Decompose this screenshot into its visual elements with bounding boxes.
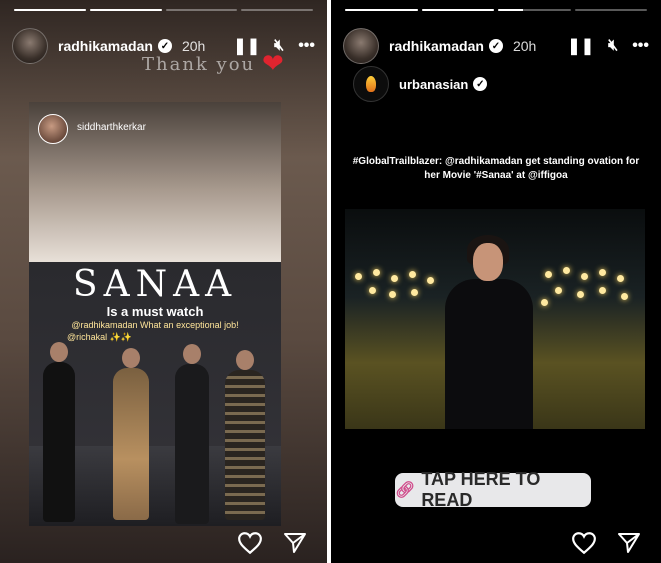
progress-segment xyxy=(421,9,494,11)
source-account-name: urbanasian xyxy=(399,76,469,92)
progress-bar xyxy=(345,9,647,11)
person-figure xyxy=(175,344,209,524)
overlay-text: Thank you xyxy=(142,54,256,75)
link-icon: 🔗︎ xyxy=(395,482,416,499)
card-caption-mention-2: @richakal ✨✨ xyxy=(67,332,133,342)
tap-to-read-button[interactable]: 🔗︎ TAP HERE TO READ xyxy=(395,469,591,510)
pause-icon[interactable]: ❚❚ xyxy=(233,36,260,56)
verified-icon: ✓ xyxy=(488,39,503,53)
urbanasian-logo-icon xyxy=(353,66,389,102)
timestamp: 20h xyxy=(512,38,537,54)
more-icon[interactable]: ••• xyxy=(632,37,649,55)
mute-icon[interactable]: 🔇︎ xyxy=(608,37,618,55)
source-account-row[interactable]: urbanasian ✓ xyxy=(353,66,488,102)
progress-segment xyxy=(498,9,571,11)
card-avatar xyxy=(38,114,68,144)
reposted-story-card[interactable]: siddharthkerkar SANAA Is a must watch @r… xyxy=(29,102,281,526)
progress-segment xyxy=(14,9,86,11)
story-photo xyxy=(345,209,645,429)
timestamp: 20h xyxy=(181,38,206,54)
card-username: siddharthkerkar xyxy=(77,122,146,133)
movie-title: SANAA xyxy=(72,264,238,305)
heart-sticker-icon: ❤ xyxy=(262,48,284,78)
cta-label: TAP HERE TO READ xyxy=(421,469,541,510)
card-subtitle: Is a must watch xyxy=(106,304,204,319)
progress-segment xyxy=(345,9,418,11)
heart-icon[interactable] xyxy=(237,531,263,555)
story-header: radhikamadan ✓ 20h ❚❚ 🔇︎ ••• xyxy=(343,28,649,64)
username[interactable]: radhikamadan xyxy=(58,38,153,54)
share-icon[interactable] xyxy=(283,532,307,554)
progress-segment xyxy=(574,9,647,11)
verified-icon: ✓ xyxy=(157,39,172,53)
card-caption-mention: @radhikamadan What an exceptional job! xyxy=(71,320,239,330)
person-figure xyxy=(43,342,75,522)
story-right[interactable]: radhikamadan ✓ 20h ❚❚ 🔇︎ ••• urbanasian … xyxy=(331,0,661,563)
person-figure xyxy=(113,348,149,520)
story-left[interactable]: radhikamadan ✓ 20h ❚❚ 🔇︎ ••• Thank you ❤… xyxy=(0,0,327,563)
more-icon[interactable]: ••• xyxy=(298,37,315,55)
story-viewer: radhikamadan ✓ 20h ❚❚ 🔇︎ ••• Thank you ❤… xyxy=(0,0,661,563)
progress-bar xyxy=(14,9,313,11)
progress-segment xyxy=(89,9,162,11)
heart-icon[interactable] xyxy=(571,531,597,555)
share-icon[interactable] xyxy=(617,532,641,554)
username[interactable]: radhikamadan xyxy=(389,38,484,54)
person-figure xyxy=(445,229,533,429)
progress-segment xyxy=(241,9,313,11)
avatar[interactable] xyxy=(12,28,48,64)
progress-segment xyxy=(165,9,238,11)
story-headline: #GlobalTrailblazer: @radhikamadan get st… xyxy=(352,156,640,181)
avatar[interactable] xyxy=(343,28,379,64)
pause-icon[interactable]: ❚❚ xyxy=(567,36,594,56)
verified-icon: ✓ xyxy=(473,77,488,91)
person-figure xyxy=(225,350,265,520)
